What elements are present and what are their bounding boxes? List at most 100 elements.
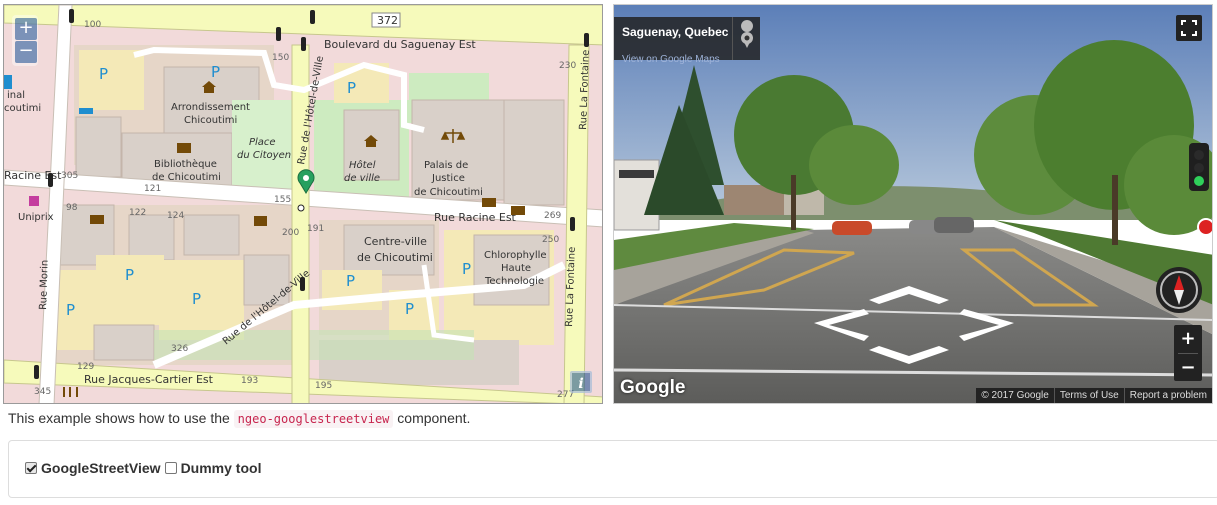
copyright-text: © 2017 Google	[981, 390, 1049, 401]
label-route-372: 372	[377, 14, 398, 27]
house-number: 200	[282, 228, 299, 238]
parking-icon: P	[99, 65, 108, 83]
streetview-panorama[interactable]: Saguenay, Quebec View on Google Maps + −…	[613, 4, 1213, 404]
view-on-google-maps-link[interactable]: View on Google Maps	[622, 54, 720, 65]
traffic-signal-icon	[570, 217, 575, 231]
house-number: 345	[34, 387, 51, 397]
house-number: 191	[307, 224, 324, 234]
no-entry-sign	[1197, 218, 1212, 236]
building-west	[75, 116, 122, 178]
streetview-location-title: Saguenay, Quebec	[622, 25, 729, 39]
parking-icon: P	[462, 260, 471, 278]
house-number: 155	[274, 195, 291, 205]
car	[832, 221, 872, 235]
map-viewport[interactable]: Boulevard du Saguenay Est Rue Racine Est…	[3, 4, 603, 404]
map-tiles[interactable]: Boulevard du Saguenay Est Rue Racine Est…	[4, 5, 603, 404]
terms-of-use-link[interactable]: Terms of Use	[1053, 388, 1124, 403]
googlestreetview-label[interactable]: GoogleStreetView	[41, 460, 161, 476]
label-boulevard-saguenay: Boulevard du Saguenay Est	[324, 38, 476, 51]
traffic-signal-icon	[310, 10, 315, 24]
bank-icon	[90, 215, 104, 224]
label-palais-3: de Chicoutimi	[414, 187, 483, 198]
building-east	[503, 99, 565, 206]
map-zoom-in-button[interactable]: +	[15, 18, 37, 40]
parking-icon: P	[192, 290, 201, 308]
compass-control[interactable]	[1156, 267, 1202, 313]
map-attribution-button[interactable]: i	[570, 371, 592, 393]
example-description: This example shows how to use the ngeo-g…	[8, 410, 471, 428]
label-chlorophylle-3: Technologie	[484, 276, 544, 287]
fullscreen-icon	[1181, 20, 1197, 36]
building-centre-ville	[343, 224, 435, 276]
label-chlorophylle-1: Chlorophylle	[484, 250, 547, 261]
house-number: 124	[167, 211, 184, 221]
parking-icon: P	[66, 301, 75, 319]
streetview-zoom-control: + −	[1174, 325, 1202, 381]
compass-icon	[1160, 271, 1198, 309]
traffic-signal-icon	[276, 27, 281, 41]
label-palais-1: Palais de	[424, 160, 468, 171]
map-zoom-control: + −	[12, 15, 38, 66]
bus-station-icon	[4, 75, 12, 89]
streetview-zoom-in-button[interactable]: +	[1174, 325, 1202, 353]
fullscreen-button[interactable]	[1176, 15, 1202, 41]
tree-trunk	[1112, 175, 1118, 245]
map-zoom-out-button[interactable]: −	[15, 41, 37, 63]
building-sw3	[183, 214, 240, 256]
description-suffix: component.	[397, 410, 471, 426]
label-centre-ville-1: Centre-ville	[364, 235, 427, 248]
building-sw2	[128, 214, 175, 261]
parking-icon: P	[125, 266, 134, 284]
house-number: 150	[272, 53, 289, 63]
label-rue-jacques-cartier: Rue Jacques-Cartier Est	[84, 373, 214, 386]
dummy-tool-label[interactable]: Dummy tool	[181, 460, 262, 476]
post-office-icon	[254, 216, 267, 226]
label-place-citoyen-1: Place	[249, 137, 276, 148]
tool-list: GoogleStreetView Dummy tool	[25, 460, 265, 476]
label-palais-2: Justice	[431, 173, 465, 184]
house-number: 121	[144, 184, 161, 194]
bench-icon	[79, 108, 93, 114]
streetview-footer: © 2017 Google Terms of Use Report a prob…	[976, 388, 1212, 403]
house-number: 269	[544, 211, 561, 221]
label-rue-racine-e: Rue Racine Est	[434, 211, 517, 224]
car	[934, 217, 974, 233]
bank-icon	[482, 198, 496, 207]
house-number: 193	[241, 376, 258, 386]
streetview-address-card: Saguenay, Quebec View on Google Maps	[614, 17, 760, 65]
map-pin-icon[interactable]	[732, 17, 760, 60]
house-number: 230	[559, 61, 576, 71]
streetview-zoom-out-button[interactable]: −	[1174, 354, 1202, 382]
traffic-signal-icon	[300, 277, 305, 291]
label-uniprix: Uniprix	[18, 212, 54, 223]
label-terminal-2: coutimi	[4, 103, 41, 114]
googlestreetview-checkbox[interactable]	[25, 462, 37, 474]
traffic-signal-icon	[301, 37, 306, 51]
label-rue-racine-w: Racine Est	[4, 169, 62, 182]
house-number: 195	[315, 381, 332, 391]
label-arrondissement-2: Chicoutimi	[184, 115, 237, 126]
building-window	[619, 170, 654, 178]
component-code: ngeo-googlestreetview	[233, 410, 394, 428]
house-number: 98	[66, 203, 78, 213]
report-problem-link[interactable]: Report a problem	[1123, 388, 1212, 403]
parking-icon: P	[405, 300, 414, 318]
traffic-signal-icon	[584, 33, 589, 47]
label-bibliotheque-1: Bibliothèque	[154, 158, 217, 170]
label-chlorophylle-2: Haute	[501, 263, 531, 274]
dummy-tool-checkbox[interactable]	[164, 462, 177, 474]
parking-area-nw	[79, 50, 144, 110]
label-place-citoyen-2: du Citoyen	[237, 150, 291, 161]
building-sw4	[93, 324, 155, 361]
traffic-signal-icon	[69, 9, 74, 23]
house-number: 129	[77, 362, 94, 372]
pharmacy-icon	[29, 196, 39, 206]
building-palais-justice	[411, 99, 513, 201]
label-hotel-ville-2: de ville	[344, 173, 380, 184]
parking-icon: P	[346, 272, 355, 290]
house-number: 326	[171, 344, 188, 354]
house-number: 122	[129, 208, 146, 218]
bank-icon	[511, 206, 525, 215]
house-number: 100	[84, 20, 101, 30]
traffic-signal-icon	[48, 173, 53, 187]
